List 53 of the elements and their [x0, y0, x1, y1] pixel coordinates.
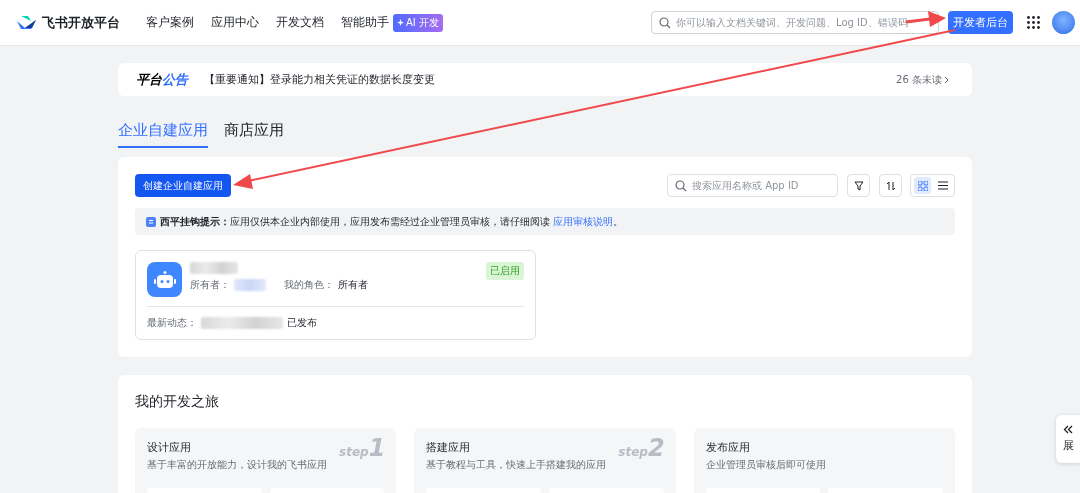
- sort-button[interactable]: [879, 174, 902, 197]
- hint-text: 西平挂钩提示：应用仅供本企业内部使用，应用发布需经过企业管理员审核，请仔细阅读 应用审核说明。: [160, 214, 624, 229]
- view-toggle[interactable]: [914, 177, 931, 194]
- grid-view-icon: [917, 180, 928, 191]
- user-avatar[interactable]: [1052, 11, 1075, 34]
- create-app-button[interactable]: 创建企业自建应用: [135, 174, 231, 197]
- status-tag: 已启用: [486, 262, 524, 280]
- chevron-right-icon: [944, 75, 950, 84]
- tab[interactable]: 企业自建应用: [118, 121, 208, 148]
- tab[interactable]: 商店应用: [224, 121, 284, 148]
- step-description: 企业管理员审核后即可使用: [705, 459, 826, 472]
- step-card[interactable]: 设计应用 基于丰富的开放能力，设计我的飞书应用 step1: [135, 428, 397, 493]
- search-icon: [675, 179, 687, 192]
- step-card[interactable]: 发布应用 企业管理员审核后即可使用: [693, 428, 955, 493]
- double-chevron-left-icon: [1063, 425, 1073, 434]
- step-number: step2: [618, 434, 665, 462]
- robot-icon: [147, 262, 182, 297]
- ai-badge: AI 开发: [393, 13, 443, 32]
- developer-console-button[interactable]: 开发者后台: [948, 11, 1013, 34]
- step-title: 设计应用: [147, 440, 191, 455]
- activity-value: 已发布: [287, 316, 317, 330]
- list-view-icon: [937, 181, 948, 190]
- announcement-text[interactable]: 【重要通知】登录能力相关凭证的数据长度变更: [204, 72, 435, 87]
- unread-link[interactable]: 26 条未读: [896, 72, 950, 87]
- role-label: 我的角色：: [284, 278, 334, 292]
- step-card[interactable]: 搭建应用 基于教程与工具，快速上手搭建我的应用 step2: [414, 428, 676, 493]
- step-title: 搭建应用: [426, 440, 471, 455]
- step-description: 基于教程与工具，快速上手搭建我的应用: [426, 459, 607, 472]
- expand-tab[interactable]: 展: [1056, 415, 1080, 463]
- step-description: 基于丰富的开放能力，设计我的飞书应用: [147, 459, 327, 472]
- blurred-owner-name: [234, 279, 266, 291]
- announcement-label: 平台公告: [136, 70, 188, 89]
- nav-link[interactable]: 智能助手: [341, 14, 389, 31]
- logo-icon: [17, 15, 36, 30]
- app-card[interactable]: 所有者： 我的角色： 所有者 已启用 最新动态： 已发布: [135, 250, 536, 340]
- nav-link[interactable]: 客户案例: [146, 14, 194, 31]
- step-number: step1: [339, 434, 386, 462]
- brand-name: 飞书开放平台: [42, 13, 120, 32]
- nav-link[interactable]: 应用中心: [211, 14, 259, 31]
- search-icon: [659, 16, 671, 29]
- apps-grid-icon[interactable]: [1027, 16, 1040, 29]
- filter-button[interactable]: [847, 174, 870, 197]
- filter-icon: [853, 180, 864, 191]
- role-value: 所有者: [338, 278, 368, 292]
- sort-icon: [885, 180, 896, 191]
- document-icon: [146, 216, 156, 227]
- section-title: 我的开发之旅: [135, 393, 220, 411]
- step-title: 发布应用: [705, 440, 750, 455]
- owner-label: 所有者：: [190, 278, 230, 292]
- activity-label: 最新动态：: [147, 316, 197, 330]
- blurred-app-name: [190, 262, 238, 274]
- nav-link[interactable]: 开发文档: [276, 14, 324, 31]
- review-guide-link[interactable]: 应用审核说明: [553, 215, 614, 227]
